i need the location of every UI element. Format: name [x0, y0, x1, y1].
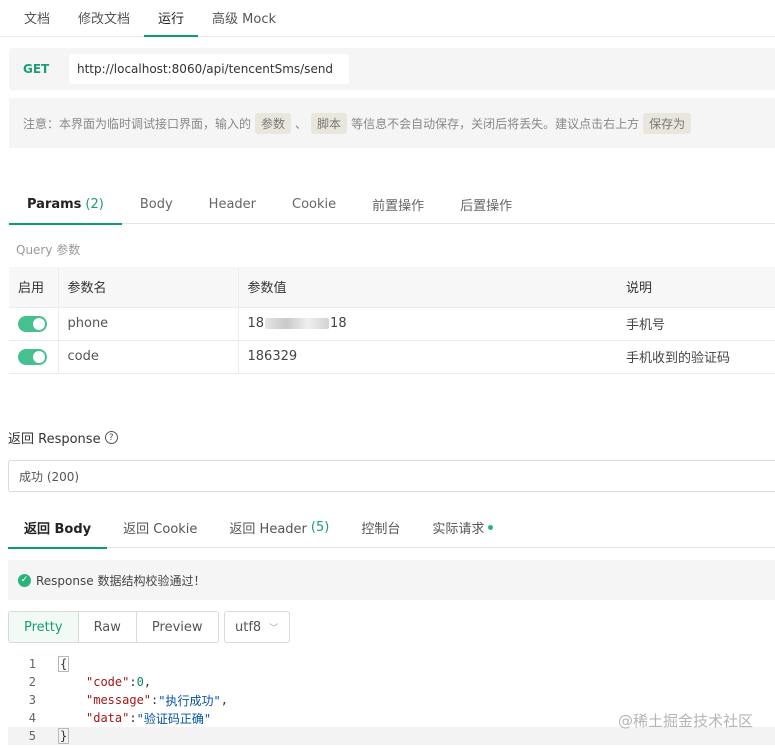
line-number: 4	[28, 711, 36, 725]
enable-cell	[9, 340, 59, 374]
enable-toggle[interactable]	[18, 348, 47, 365]
json-value: "执行成功"	[158, 693, 221, 708]
json-value: 0	[136, 675, 144, 689]
param-value-code[interactable]: 186329	[238, 340, 617, 374]
line-number: 5	[28, 729, 36, 743]
notice-chip-save-as[interactable]: 保存为	[643, 112, 692, 134]
tab-body[interactable]: Body	[122, 186, 191, 224]
param-name-phone[interactable]: phone	[58, 307, 239, 341]
notice-text-2: 等信息不会自动保存，关闭后将丢失。建议点击右上方	[351, 116, 640, 131]
col-param-name: 参数名	[58, 267, 239, 308]
line-number: 3	[28, 693, 36, 707]
view-mode-group: Pretty Raw Preview	[8, 611, 219, 643]
tab-response-header[interactable]: 返回 Header (5)	[213, 508, 345, 548]
tab-docs[interactable]: 文档	[10, 0, 64, 36]
status-dot-icon	[488, 525, 494, 530]
phone-suffix: 18	[330, 316, 347, 331]
top-tab-bar: 文档 修改文档 运行 高级 Mock	[0, 0, 775, 37]
code-close-brace: }	[58, 728, 70, 744]
col-description: 说明	[617, 267, 775, 308]
tab-actual-request[interactable]: 实际请求	[416, 508, 509, 548]
notice-chip-params: 参数	[255, 112, 292, 134]
response-tabs: 返回 Body 返回 Cookie 返回 Header (5) 控制台 实际请求	[8, 508, 775, 549]
tab-params[interactable]: Params (2)	[9, 186, 122, 225]
line-number: 2	[28, 675, 36, 689]
col-param-value: 参数值	[238, 267, 617, 308]
check-circle-icon: ✓	[18, 573, 31, 587]
encoding-select[interactable]: utf8 ﹀	[224, 611, 290, 643]
tab-response-header-label: 返回 Header	[229, 522, 307, 537]
http-method[interactable]: GET	[9, 62, 59, 76]
notice-chip-script: 脚本	[311, 112, 348, 134]
watermark: @稀土掘金技术社区	[617, 712, 753, 730]
query-params-table: 启用 参数名 参数值 说明 phone 18 18 手机号 code 186329…	[9, 267, 775, 374]
enable-cell	[9, 307, 59, 341]
code-line: 2 "code": 0,	[8, 673, 775, 691]
param-desc-code[interactable]: 手机收到的验证码	[617, 340, 775, 374]
validation-message: Response 数据结构校验通过！	[36, 573, 206, 588]
param-desc-phone[interactable]: 手机号	[617, 307, 775, 341]
request-url-bar: GET http://localhost:8060/api/tencentSms…	[9, 48, 775, 90]
tab-advanced-mock[interactable]: 高级 Mock	[198, 0, 290, 36]
redacted-blur	[265, 318, 330, 329]
json-key: "message"	[86, 693, 152, 707]
response-code-viewer[interactable]: 1 { 2 "code": 0, 3 "message": "执行成功", 4 …	[8, 655, 775, 745]
tab-response-body[interactable]: 返回 Body	[8, 508, 108, 549]
encoding-value: utf8	[235, 619, 262, 635]
tab-post-operations[interactable]: 后置操作	[442, 186, 530, 224]
table-header-row: 启用 参数名 参数值 说明	[9, 267, 775, 308]
table-row: code 186329 手机收到的验证码	[9, 340, 775, 374]
response-label-text: 返回 Response	[8, 432, 101, 447]
tab-pre-operations[interactable]: 前置操作	[354, 186, 442, 224]
table-row: phone 18 18 手机号	[9, 307, 775, 341]
tab-edit-docs[interactable]: 修改文档	[64, 0, 144, 36]
view-raw-button[interactable]: Raw	[78, 612, 137, 642]
tab-params-label: Params	[27, 197, 82, 212]
view-preview-button[interactable]: Preview	[136, 612, 218, 642]
query-params-label: Query 参数	[16, 243, 81, 257]
code-line: 3 "message": "执行成功",	[8, 691, 775, 709]
tab-header[interactable]: Header	[191, 186, 274, 224]
response-status-select[interactable]: 成功 (200)	[8, 460, 775, 492]
request-param-tabs: Params (2) Body Header Cookie 前置操作 后置操作	[9, 186, 775, 225]
tab-actual-request-label: 实际请求	[432, 522, 485, 537]
enable-toggle[interactable]	[18, 315, 47, 332]
json-value: "验证码正确"	[136, 711, 212, 726]
help-icon[interactable]: ?	[104, 431, 118, 444]
temporary-debug-notice: 注意：本界面为临时调试接口界面，输入的 参数 、 脚本 等信息不会自动保存，关闭…	[9, 98, 775, 148]
tab-run[interactable]: 运行	[144, 0, 199, 37]
line-number: 1	[28, 657, 36, 671]
response-label: 返回 Response ?	[8, 428, 118, 447]
json-key: "data"	[86, 711, 130, 725]
url-input[interactable]: http://localhost:8060/api/tencentSms/sen…	[69, 54, 349, 84]
tab-params-count: (2)	[85, 197, 104, 212]
code-open-brace: {	[58, 656, 70, 672]
code-line: 1 {	[8, 655, 775, 673]
phone-prefix: 18	[247, 316, 265, 331]
col-enable: 启用	[9, 267, 59, 308]
validation-banner: ✓ Response 数据结构校验通过！	[8, 560, 775, 600]
tab-cookie[interactable]: Cookie	[274, 186, 354, 224]
param-name-code[interactable]: code	[58, 340, 239, 374]
tab-response-header-count: (5)	[310, 520, 330, 535]
tab-console[interactable]: 控制台	[345, 508, 416, 548]
notice-text-1: 注意：本界面为临时调试接口界面，输入的	[23, 116, 252, 131]
param-value-phone[interactable]: 18 18	[238, 307, 617, 341]
tab-response-cookie[interactable]: 返回 Cookie	[107, 508, 213, 548]
chevron-down-icon: ﹀	[269, 623, 279, 634]
notice-separator: 、	[295, 116, 308, 131]
json-key: "code"	[86, 675, 130, 689]
view-pretty-button[interactable]: Pretty	[9, 612, 79, 642]
